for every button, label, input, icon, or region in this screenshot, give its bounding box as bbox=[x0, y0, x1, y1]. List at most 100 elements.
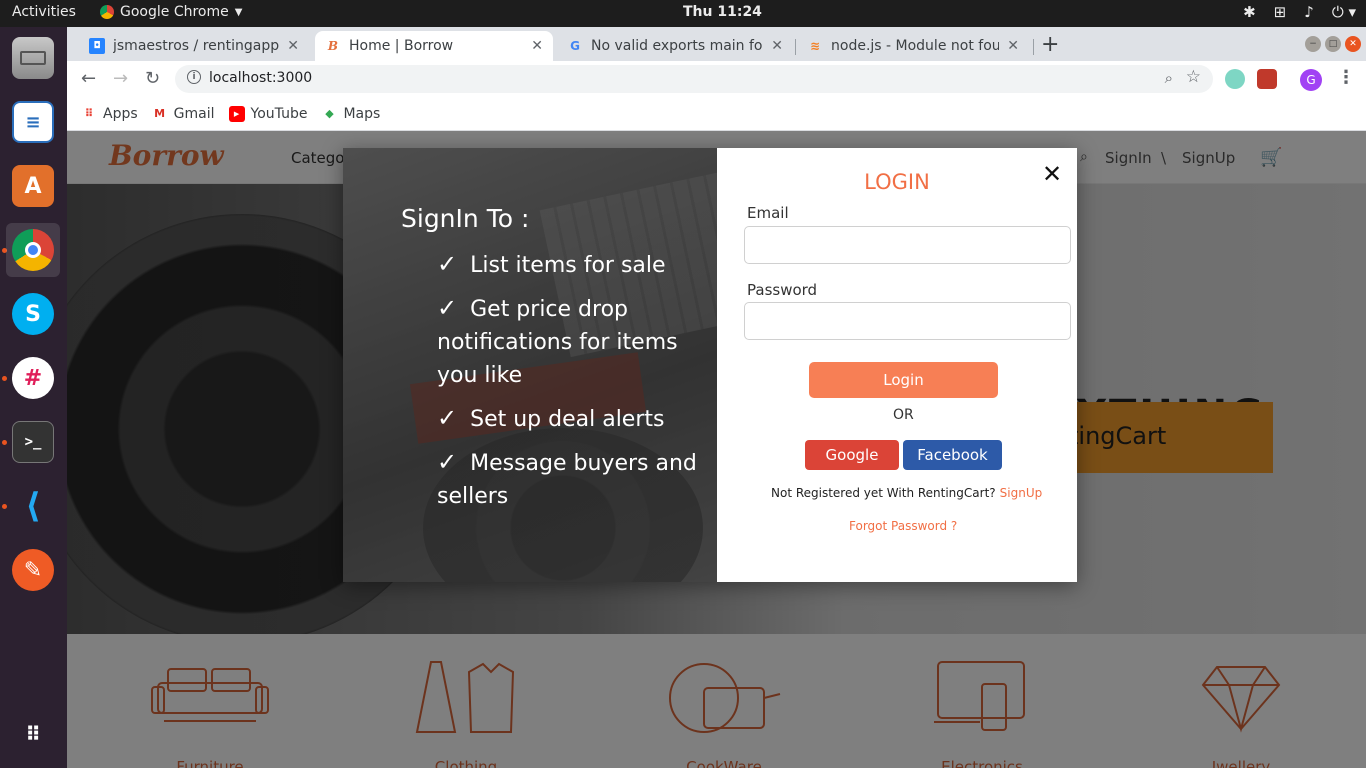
password-field[interactable] bbox=[744, 302, 1071, 340]
tab-borrow[interactable]: B Home | Borrow ✕ bbox=[315, 31, 553, 61]
profile-avatar[interactable]: G bbox=[1300, 69, 1322, 91]
software-center-icon: A bbox=[12, 165, 54, 207]
dock-show-apps[interactable]: ⠿ bbox=[6, 707, 60, 761]
feature-text: List items for sale bbox=[470, 253, 666, 278]
clock[interactable]: Thu 11:24 bbox=[683, 4, 762, 20]
zoom-icon[interactable]: ⌕ bbox=[1165, 69, 1173, 87]
dock: ≡ A S # >_ ⟨ ✎ ⠿ bbox=[0, 27, 67, 768]
dock-vscode[interactable]: ⟨ bbox=[6, 479, 60, 533]
dock-skype[interactable]: S bbox=[6, 287, 60, 341]
bookmark-gmail[interactable]: M Gmail bbox=[152, 105, 215, 122]
address-bar[interactable]: i localhost:3000 ⌕ ☆ bbox=[175, 65, 1213, 93]
back-button[interactable]: ← bbox=[81, 68, 96, 89]
tab-title: node.js - Module not foun bbox=[831, 38, 1000, 54]
new-tab-button[interactable]: + bbox=[1041, 32, 1059, 57]
close-tab-icon[interactable]: ✕ bbox=[771, 38, 783, 54]
browser-toolbar: ← → ↻ i localhost:3000 ⌕ ☆ G ⋮ bbox=[67, 61, 1366, 97]
login-button[interactable]: Login bbox=[809, 362, 998, 398]
bookmarks-bar: ⠿ Apps M Gmail ▶ YouTube ◆ Maps bbox=[67, 97, 1366, 131]
extension-icon[interactable] bbox=[1257, 69, 1277, 89]
extension-icon[interactable] bbox=[1225, 69, 1245, 89]
dock-chrome[interactable] bbox=[6, 223, 60, 277]
bookmark-apps[interactable]: ⠿ Apps bbox=[81, 106, 138, 122]
vscode-icon: ⟨ bbox=[25, 486, 41, 526]
bookmark-maps[interactable]: ◆ Maps bbox=[321, 106, 380, 122]
login-title: LOGIN bbox=[864, 170, 930, 194]
libreoffice-writer-icon: ≡ bbox=[12, 101, 54, 143]
tab-title: jsmaestros / rentingapp-f bbox=[113, 38, 280, 54]
bookmark-label: Gmail bbox=[173, 105, 215, 122]
menu-kebab-icon[interactable]: ⋮ bbox=[1337, 67, 1355, 88]
signin-benefits-panel: SignIn To : ✓ List items for sale ✓ Get … bbox=[343, 148, 717, 582]
login-modal: SignIn To : ✓ List items for sale ✓ Get … bbox=[343, 148, 1077, 582]
maximize-button[interactable]: □ bbox=[1325, 36, 1341, 52]
dock-files[interactable] bbox=[6, 31, 60, 85]
forward-button[interactable]: → bbox=[113, 68, 128, 89]
google-login-button[interactable]: Google bbox=[805, 440, 899, 470]
browser-window: ◘ jsmaestros / rentingapp-f ✕ B Home | B… bbox=[67, 27, 1366, 768]
signup-link[interactable]: SignUp bbox=[1000, 486, 1043, 500]
or-divider: OR bbox=[893, 407, 914, 423]
tab-stackoverflow[interactable]: ≋ node.js - Module not foun ✕ bbox=[797, 31, 1029, 61]
web-page: Borrow Catego ⌕ SignIn \ SignUp 🛒 YTHING… bbox=[67, 131, 1366, 768]
tab-google-search[interactable]: G No valid exports main fou ✕ bbox=[557, 31, 793, 61]
skype-icon: S bbox=[12, 293, 54, 335]
dock-software[interactable]: A bbox=[6, 159, 60, 213]
feature-item: ✓ Set up deal alerts bbox=[437, 402, 697, 436]
info-icon[interactable]: i bbox=[187, 70, 201, 84]
bookmark-label: Maps bbox=[343, 105, 381, 122]
feature-item: ✓ Message buyers and sellers bbox=[437, 446, 697, 513]
check-icon: ✓ bbox=[437, 448, 458, 476]
volume-icon[interactable]: ♪ bbox=[1304, 3, 1314, 21]
feature-text: Set up deal alerts bbox=[470, 407, 665, 432]
maps-icon: ◆ bbox=[325, 107, 334, 120]
terminal-icon: >_ bbox=[12, 421, 54, 463]
dock-terminal[interactable]: >_ bbox=[6, 415, 60, 469]
dock-writer[interactable]: ≡ bbox=[6, 95, 60, 149]
check-icon: ✓ bbox=[437, 404, 458, 432]
chevron-down-icon: ▼ bbox=[234, 6, 243, 18]
reload-button[interactable]: ↻ bbox=[145, 68, 160, 89]
tab-title: Home | Borrow bbox=[349, 38, 454, 54]
os-top-bar: Activities Google Chrome ▼ Thu 11:24 ✱ ⊞… bbox=[0, 0, 1366, 27]
network-icon[interactable]: ⊞ bbox=[1274, 3, 1287, 21]
bitbucket-icon: ◘ bbox=[89, 38, 105, 54]
close-tab-icon[interactable]: ✕ bbox=[531, 38, 543, 54]
tab-bitbucket[interactable]: ◘ jsmaestros / rentingapp-f ✕ bbox=[79, 31, 309, 61]
close-tab-icon[interactable]: ✕ bbox=[1007, 38, 1019, 54]
feature-list: ✓ List items for sale ✓ Get price drop n… bbox=[437, 248, 697, 523]
close-icon[interactable]: ✕ bbox=[1042, 160, 1062, 188]
close-window-button[interactable]: ✕ bbox=[1345, 36, 1361, 52]
dock-postman[interactable]: ✎ bbox=[6, 543, 60, 597]
signin-title: SignIn To : bbox=[401, 204, 530, 233]
url-text: localhost:3000 bbox=[209, 70, 313, 86]
system-tray[interactable]: ✱ ⊞ ♪ ⏻ ▾ bbox=[1243, 3, 1356, 21]
power-icon[interactable]: ⏻ ▾ bbox=[1332, 3, 1356, 21]
bookmark-label: Apps bbox=[103, 105, 138, 122]
postman-icon: ✎ bbox=[12, 549, 54, 591]
feature-item: ✓ List items for sale bbox=[437, 248, 697, 282]
bookmark-youtube[interactable]: ▶ YouTube bbox=[228, 105, 308, 122]
app-menu-label: Google Chrome bbox=[120, 4, 229, 20]
slack-tray-icon[interactable]: ✱ bbox=[1243, 3, 1256, 21]
feature-item: ✓ Get price drop notifications for items… bbox=[405, 292, 697, 392]
activities-button[interactable]: Activities bbox=[12, 4, 76, 20]
email-field[interactable] bbox=[744, 226, 1071, 264]
close-tab-icon[interactable]: ✕ bbox=[287, 38, 299, 54]
minimize-button[interactable]: − bbox=[1305, 36, 1321, 52]
youtube-icon: ▶ bbox=[228, 105, 245, 122]
forgot-password-link[interactable]: Forgot Password ? bbox=[849, 519, 957, 533]
bookmark-label: YouTube bbox=[250, 105, 308, 122]
app-menu[interactable]: Google Chrome ▼ bbox=[100, 4, 242, 20]
stackoverflow-icon: ≋ bbox=[809, 39, 821, 53]
facebook-login-button[interactable]: Facebook bbox=[903, 440, 1002, 470]
apps-grid-icon: ⠿ bbox=[25, 722, 41, 746]
tab-strip: ◘ jsmaestros / rentingapp-f ✕ B Home | B… bbox=[67, 27, 1366, 61]
apps-grid-icon: ⠿ bbox=[84, 107, 94, 120]
gmail-icon: M bbox=[154, 107, 166, 120]
google-icon: G bbox=[570, 39, 580, 53]
check-icon: ✓ bbox=[437, 294, 458, 322]
dock-slack[interactable]: # bbox=[6, 351, 60, 405]
feature-text: Message buyers and sellers bbox=[437, 451, 697, 509]
bookmark-star-icon[interactable]: ☆ bbox=[1186, 67, 1201, 87]
